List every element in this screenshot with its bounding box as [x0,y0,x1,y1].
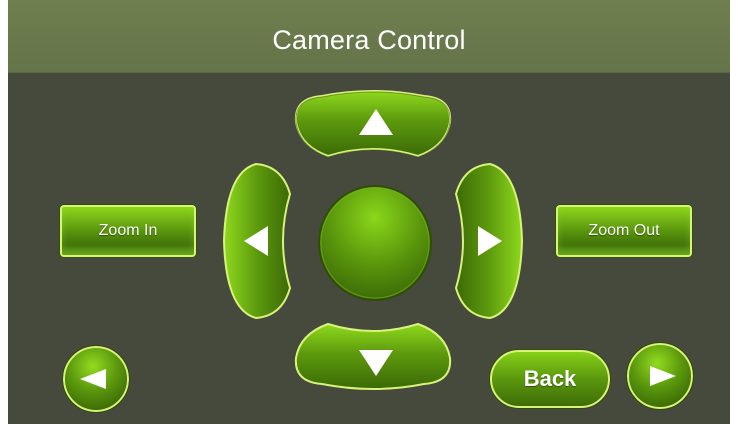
pan-right-button[interactable] [452,160,526,322]
previous-button[interactable] [62,345,130,413]
back-button[interactable]: Back [490,350,610,408]
zoom-in-label: Zoom In [98,222,158,239]
center-home-button[interactable] [317,184,433,302]
zoom-out-button[interactable]: Zoom Out [556,205,692,257]
triangle-left-icon [244,226,268,256]
arrow-left-icon [80,369,106,389]
triangle-down-icon [359,350,393,376]
arrow-right-icon [650,366,676,386]
zoom-out-label: Zoom Out [588,222,660,239]
pan-up-button[interactable] [292,90,454,160]
header-bar: Camera Control [8,0,730,73]
triangle-right-icon [478,226,502,256]
pan-down-button[interactable] [292,320,454,392]
camera-control-screen: Camera Control Zoom In Zoom Out Back [8,0,730,424]
page-title: Camera Control [272,25,466,55]
back-label: Back [523,366,577,391]
pan-left-button[interactable] [220,160,294,322]
next-button[interactable] [626,342,694,410]
zoom-in-button[interactable]: Zoom In [60,205,196,257]
triangle-up-icon [359,109,393,135]
